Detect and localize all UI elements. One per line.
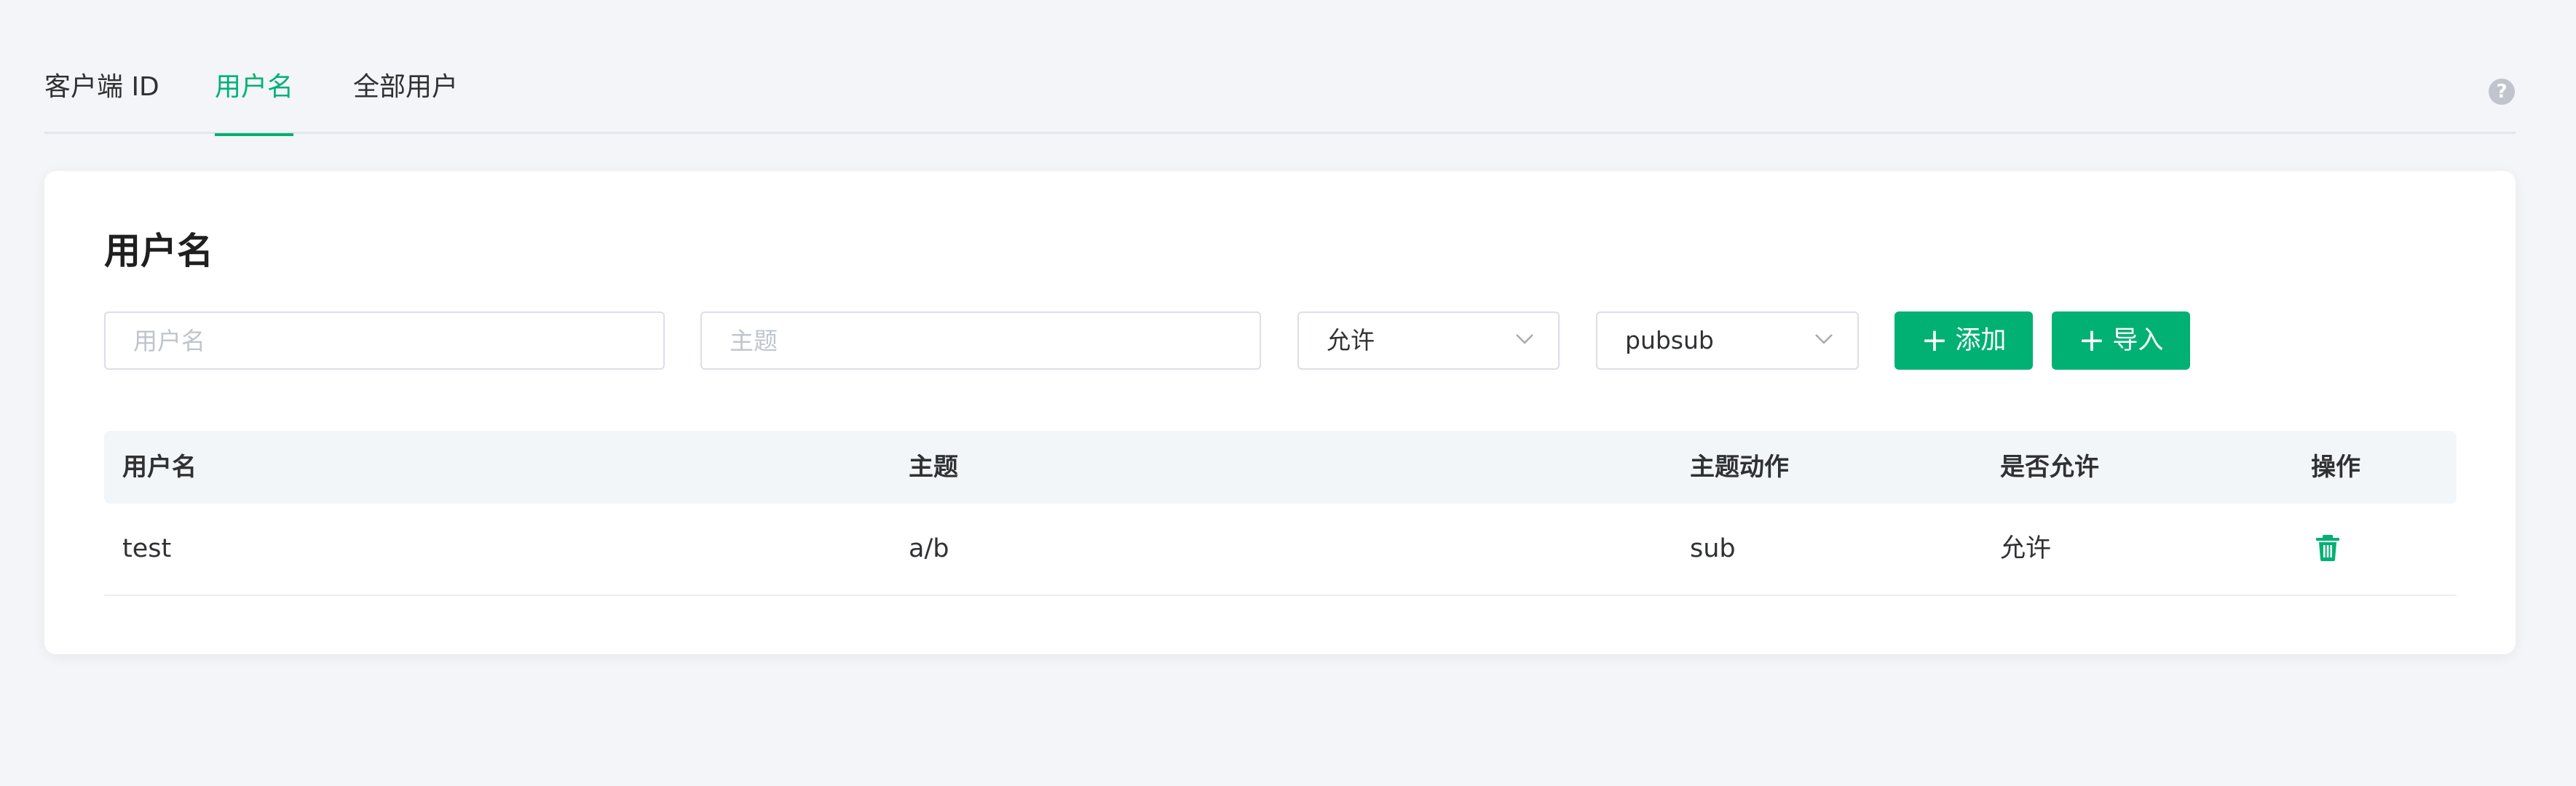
- allow-select[interactable]: 允许: [1297, 311, 1560, 370]
- import-button-label: 导入: [2112, 326, 2164, 355]
- topic-input[interactable]: [702, 313, 1260, 368]
- action-select-value: pubsub: [1625, 326, 1714, 354]
- chevron-down-icon: [1815, 334, 1833, 344]
- tab-bar: 客户端 ID 用户名 全部用户: [44, 58, 2516, 136]
- username-input[interactable]: [106, 313, 663, 368]
- cell-action: sub: [1690, 534, 1736, 563]
- cell-username: test: [122, 534, 172, 563]
- table-row: test a/b sub 允许: [104, 504, 2457, 596]
- question-circle-icon[interactable]: ?: [2489, 79, 2515, 105]
- table-header: 用户名 主题 主题动作 是否允许 操作: [104, 431, 2457, 504]
- import-button[interactable]: + 导入: [2052, 311, 2190, 370]
- column-header-operation: 操作: [2311, 453, 2360, 482]
- allow-select-value: 允许: [1327, 326, 1375, 354]
- plus-icon: +: [2078, 322, 2106, 359]
- username-acl-card: 用户名 允许 pubsub +添加 +导入 用户名 主题 主题动作 是否允许 操…: [44, 171, 2516, 654]
- tab-all-users[interactable]: 全部用户: [353, 58, 458, 134]
- username-field: [104, 311, 665, 370]
- cell-topic: a/b: [909, 534, 949, 563]
- column-header-username: 用户名: [122, 453, 197, 482]
- add-button-label: 添加: [1955, 326, 2007, 355]
- chevron-down-icon: [1516, 334, 1533, 344]
- tab-client-id[interactable]: 客户端 ID: [44, 58, 159, 134]
- trash-icon[interactable]: [2313, 533, 2342, 562]
- acl-table: 用户名 主题 主题动作 是否允许 操作 test a/b sub 允许: [104, 431, 2457, 596]
- column-header-topic: 主题: [909, 453, 958, 482]
- column-header-allow: 是否允许: [2000, 453, 2099, 482]
- card-title: 用户名: [104, 230, 213, 272]
- tab-username[interactable]: 用户名: [215, 58, 294, 136]
- cell-allow: 允许: [2000, 534, 2052, 563]
- add-button[interactable]: + 添加: [1895, 311, 2033, 370]
- plus-icon: +: [1921, 322, 1948, 359]
- action-select[interactable]: pubsub: [1596, 311, 1859, 370]
- topic-field: [700, 311, 1261, 370]
- column-header-action: 主题动作: [1690, 453, 1789, 482]
